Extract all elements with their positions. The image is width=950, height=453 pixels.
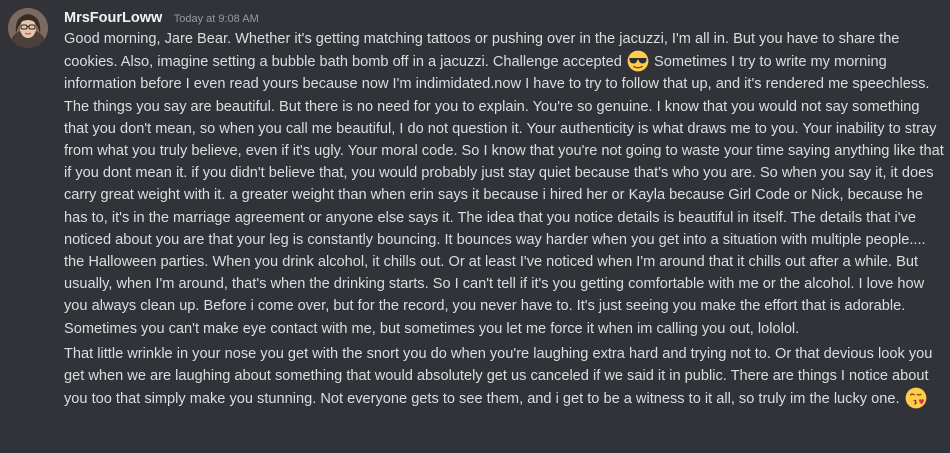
face-blowing-kiss-emoji-icon[interactable] <box>905 387 927 409</box>
paragraph-1-text-b: Sometimes I try to write my morning info… <box>64 54 944 337</box>
paragraph-2-text: That little wrinkle in your nose you get… <box>64 345 933 408</box>
chat-message: MrsFourLoww Today at 9:08 AM Good mornin… <box>0 0 950 453</box>
message-paragraph-1: Good morning, Jare Bear. Whether it's ge… <box>64 28 944 340</box>
message-header: MrsFourLoww Today at 9:08 AM <box>64 8 938 28</box>
timestamp[interactable]: Today at 9:08 AM <box>174 13 259 25</box>
sunglasses-emoji-icon[interactable] <box>627 50 649 72</box>
message-paragraph-2: That little wrinkle in your nose you get… <box>64 343 944 411</box>
avatar-photo <box>8 8 48 48</box>
avatar[interactable] <box>8 8 48 48</box>
message-content: Good morning, Jare Bear. Whether it's ge… <box>64 28 944 410</box>
username[interactable]: MrsFourLoww <box>64 10 162 26</box>
